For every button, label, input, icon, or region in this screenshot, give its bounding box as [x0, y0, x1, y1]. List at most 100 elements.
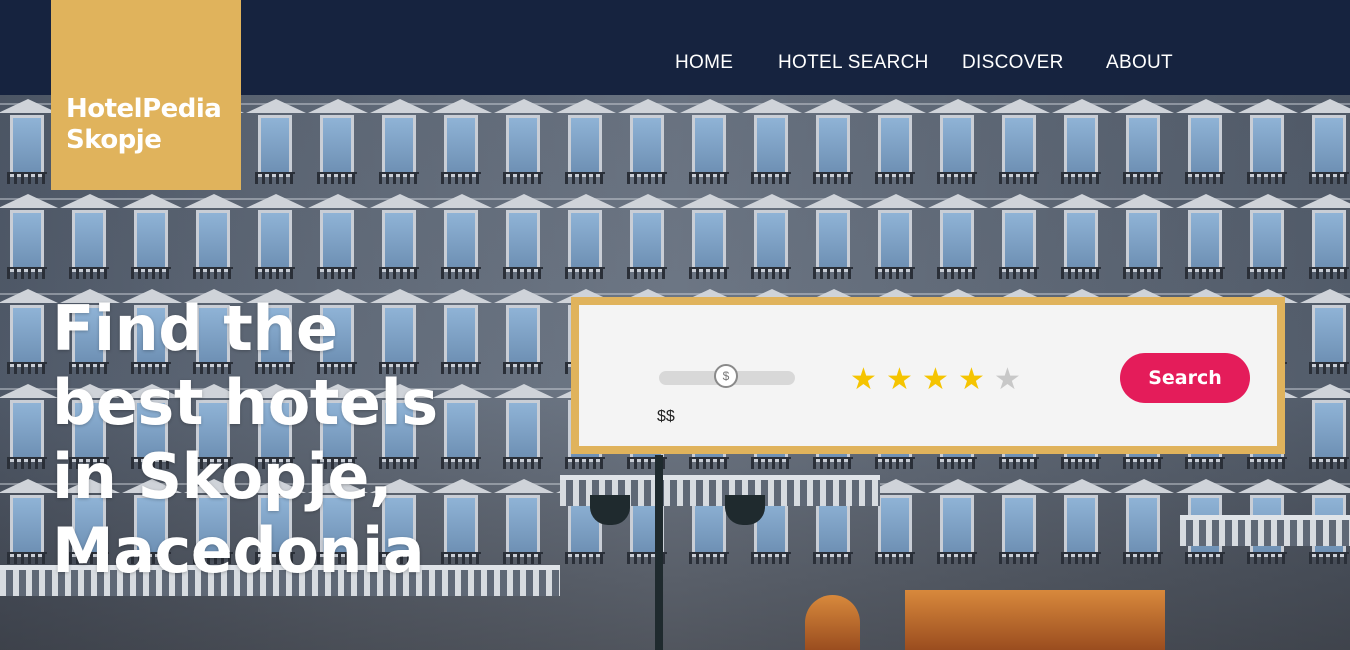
facade-window: [999, 210, 1039, 279]
window-pediment: [866, 99, 926, 113]
facade-window: [565, 115, 605, 184]
facade-window: [813, 210, 853, 279]
facade-window: [1123, 495, 1163, 564]
hero-headline: Find the best hotels in Skopje, Macedoni…: [52, 292, 492, 588]
window-pediment: [1176, 99, 1236, 113]
window-pediment: [866, 194, 926, 208]
facade-window: [7, 305, 47, 374]
window-pediment: [804, 99, 864, 113]
window-pediment: [494, 99, 554, 113]
facade-window: [1185, 115, 1225, 184]
facade-window: [1061, 210, 1101, 279]
facade-window: [7, 495, 47, 564]
facade-window: [1185, 210, 1225, 279]
facade-window: [999, 495, 1039, 564]
window-pediment: [1300, 479, 1350, 493]
star-icon-5[interactable]: ★: [994, 365, 1021, 395]
window-pediment: [1300, 289, 1350, 303]
facade-window: [1309, 210, 1349, 279]
facade-window: [627, 115, 667, 184]
window-pediment: [432, 99, 492, 113]
facade-window: [7, 115, 47, 184]
site-logo[interactable]: HotelPedia Skopje: [51, 0, 241, 190]
window-pediment: [308, 194, 368, 208]
lit-shopfront: [905, 590, 1165, 650]
logo-line-1: HotelPedia: [66, 94, 222, 124]
nav-about-link[interactable]: ABOUT: [1106, 52, 1173, 74]
facade-window: [1309, 400, 1349, 469]
nav-hotel-search-link[interactable]: HOTEL SEARCH: [778, 52, 929, 74]
window-pediment: [1114, 194, 1174, 208]
hero-headline-line-1: Find the: [52, 292, 338, 365]
window-pediment: [1114, 479, 1174, 493]
facade-window: [503, 115, 543, 184]
hero-headline-line-4: Macedonia: [52, 514, 425, 587]
window-pediment: [1300, 194, 1350, 208]
window-pediment: [370, 194, 430, 208]
window-pediment: [0, 384, 58, 398]
logo-line-2: Skopje: [66, 125, 162, 155]
window-pediment: [122, 194, 182, 208]
facade-window: [937, 210, 977, 279]
facade-window: [255, 115, 295, 184]
search-panel-body: $ $$ ★ ★ ★ ★ ★ Search: [579, 305, 1277, 446]
hotel-search-panel: $ $$ ★ ★ ★ ★ ★ Search: [571, 297, 1285, 454]
window-pediment: [928, 99, 988, 113]
facade-window: [317, 210, 357, 279]
facade-window: [1309, 115, 1349, 184]
facade-window: [317, 115, 357, 184]
nav-discover-link[interactable]: DISCOVER: [962, 52, 1064, 74]
window-pediment: [990, 194, 1050, 208]
logo-text: HotelPedia Skopje: [66, 94, 236, 156]
balcony-railing: [1180, 515, 1350, 546]
price-slider-thumb[interactable]: $: [714, 364, 738, 388]
facade-window: [751, 210, 791, 279]
facade-window: [503, 305, 543, 374]
window-pediment: [928, 194, 988, 208]
facade-window: [255, 210, 295, 279]
window-pediment: [680, 194, 740, 208]
window-pediment: [1176, 194, 1236, 208]
facade-window: [1123, 210, 1163, 279]
facade-window: [503, 210, 543, 279]
facade-window: [565, 210, 605, 279]
star-icon-3[interactable]: ★: [922, 365, 949, 395]
window-pediment: [618, 99, 678, 113]
facade-window: [379, 115, 419, 184]
facade-window: [441, 210, 481, 279]
window-pediment: [246, 99, 306, 113]
facade-window: [689, 210, 729, 279]
hero-headline-line-3: in Skopje,: [52, 440, 393, 513]
star-icon-4[interactable]: ★: [958, 365, 985, 395]
window-pediment: [1052, 99, 1112, 113]
window-pediment: [1300, 99, 1350, 113]
window-pediment: [308, 99, 368, 113]
window-pediment: [494, 479, 554, 493]
facade-window: [69, 210, 109, 279]
window-pediment: [1238, 194, 1298, 208]
facade-window: [813, 115, 853, 184]
window-pediment: [990, 99, 1050, 113]
window-pediment: [0, 289, 58, 303]
window-pediment: [742, 99, 802, 113]
facade-window: [441, 115, 481, 184]
facade-window: [503, 400, 543, 469]
nav-home-link[interactable]: HOME: [675, 52, 733, 74]
facade-window: [937, 115, 977, 184]
window-pediment: [804, 194, 864, 208]
search-button[interactable]: Search: [1120, 353, 1250, 403]
price-level-label: $$: [657, 408, 675, 425]
facade-window: [1247, 210, 1287, 279]
facade-window: [1061, 495, 1101, 564]
facade-window: [131, 210, 171, 279]
lit-archway: [805, 595, 860, 650]
star-icon-1[interactable]: ★: [850, 365, 877, 395]
window-pediment: [494, 289, 554, 303]
star-icon-2[interactable]: ★: [886, 365, 913, 395]
window-pediment: [742, 194, 802, 208]
street-lamp-post: [655, 455, 663, 650]
facade-window: [875, 495, 915, 564]
window-pediment: [432, 194, 492, 208]
window-pediment: [990, 479, 1050, 493]
window-pediment: [1052, 194, 1112, 208]
